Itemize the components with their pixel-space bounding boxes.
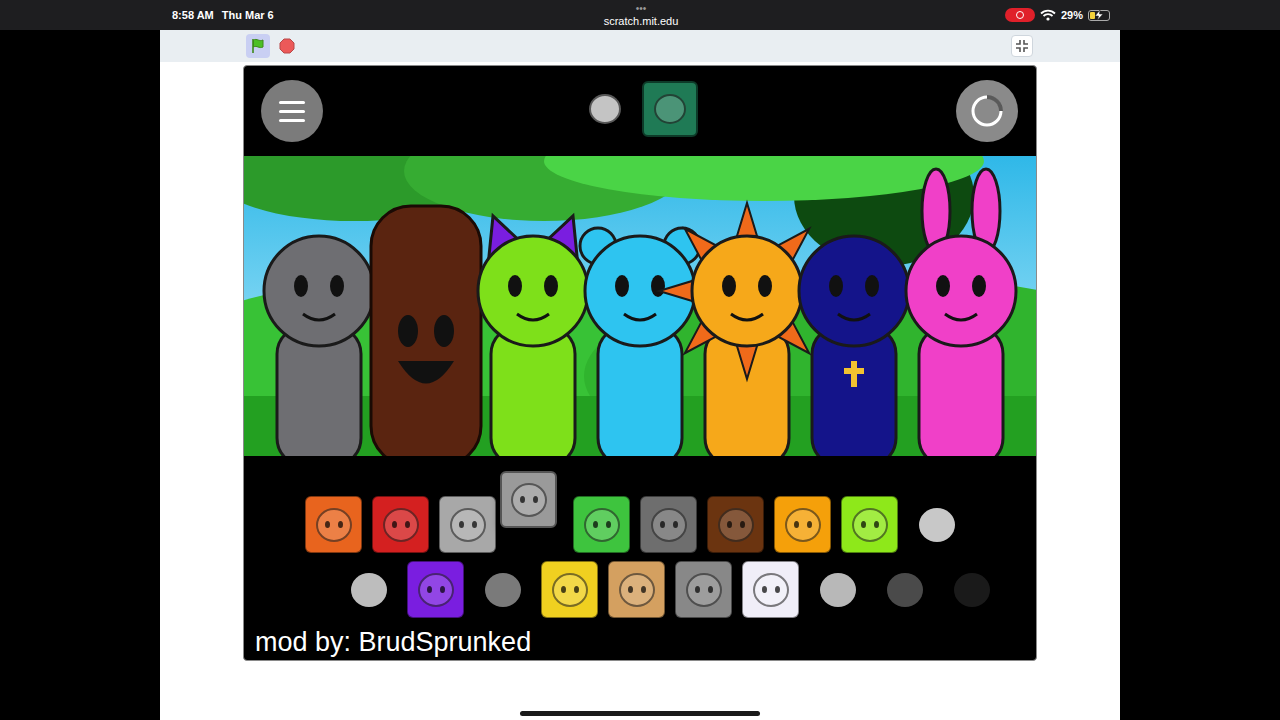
character-icon <box>619 573 655 607</box>
character-icon <box>511 483 547 517</box>
letterbox-right <box>1120 30 1280 720</box>
character-tile[interactable] <box>474 561 531 618</box>
reset-icon <box>967 91 1007 131</box>
selected-slots <box>582 80 698 137</box>
date: Thu Mar 6 <box>222 9 274 21</box>
recording-indicator[interactable] <box>1005 8 1035 22</box>
credit-text: mod by: BrudSprunked <box>244 618 1036 658</box>
character-icon <box>418 573 454 607</box>
character-tile[interactable] <box>774 496 831 553</box>
character-tile[interactable] <box>809 561 866 618</box>
player-toolbar <box>160 30 1120 62</box>
picker-row <box>244 561 1036 618</box>
scene-character <box>478 216 588 456</box>
scene-character <box>264 236 374 456</box>
character-tile[interactable] <box>675 561 732 618</box>
character-icon <box>351 573 387 607</box>
character-tile[interactable] <box>742 561 799 618</box>
character-tile[interactable] <box>841 496 898 553</box>
character-icon <box>820 573 856 607</box>
charging-icon <box>1095 10 1103 20</box>
scene-character <box>799 236 909 456</box>
character-icon <box>919 508 955 542</box>
battery-icon <box>1088 10 1110 21</box>
character-tile[interactable] <box>500 471 557 528</box>
reset-button[interactable] <box>956 80 1018 142</box>
time: 8:58 AM <box>172 9 214 21</box>
status-bar: 8:58 AM Thu Mar 6 ••• scratch.mit.edu 29% <box>0 0 1280 30</box>
scene-character <box>580 228 700 456</box>
fullscreen-button[interactable] <box>1011 35 1033 57</box>
stop-button[interactable] <box>276 35 298 57</box>
character-icon <box>316 508 352 542</box>
character-tile[interactable] <box>541 561 598 618</box>
selected-slot[interactable] <box>642 81 698 137</box>
character-icon <box>654 94 686 124</box>
battery-percent: 29% <box>1061 9 1083 21</box>
multitask-dots[interactable]: ••• <box>636 4 647 14</box>
browser-page: mod by: BrudSprunked <box>160 30 1120 720</box>
wifi-icon <box>1040 9 1056 21</box>
stage[interactable]: mod by: BrudSprunked <box>243 65 1037 661</box>
character-icon <box>887 573 923 607</box>
character-icon <box>718 508 754 542</box>
selected-slot[interactable] <box>582 81 628 137</box>
record-icon <box>1016 11 1024 19</box>
character-icon <box>686 573 722 607</box>
scene-character <box>659 203 835 456</box>
character-tile[interactable] <box>305 496 362 553</box>
scene-character <box>906 169 1016 456</box>
character-tile[interactable] <box>707 496 764 553</box>
character-icon <box>383 508 419 542</box>
character-tile[interactable] <box>943 561 1000 618</box>
character-icon <box>785 508 821 542</box>
home-indicator[interactable] <box>520 711 760 716</box>
stop-icon <box>279 38 295 54</box>
character-tile[interactable] <box>573 496 630 553</box>
menu-button[interactable] <box>261 80 323 142</box>
scene-character <box>371 206 481 456</box>
url[interactable]: scratch.mit.edu <box>604 16 679 27</box>
character-tile[interactable] <box>407 561 464 618</box>
picker-row <box>244 496 1036 553</box>
character-icon <box>753 573 789 607</box>
screen: 8:58 AM Thu Mar 6 ••• scratch.mit.edu 29% mod… <box>0 0 1280 720</box>
character-icon <box>450 508 486 542</box>
menu-icon <box>279 101 305 104</box>
green-flag-icon <box>249 37 267 55</box>
green-flag-button[interactable] <box>246 34 270 58</box>
character-icon <box>651 508 687 542</box>
character-tile[interactable] <box>908 496 965 553</box>
character-icon <box>852 508 888 542</box>
character-tile[interactable] <box>608 561 665 618</box>
character-icon <box>589 94 621 124</box>
character-tile[interactable] <box>876 561 933 618</box>
character-icon <box>485 573 521 607</box>
exit-fullscreen-icon <box>1015 39 1029 53</box>
character-tile[interactable] <box>439 496 496 553</box>
character-icon <box>584 508 620 542</box>
character-tile[interactable] <box>340 561 397 618</box>
letterbox-left <box>0 30 160 720</box>
scene <box>244 156 1037 456</box>
character-tile[interactable] <box>640 496 697 553</box>
character-icon <box>552 573 588 607</box>
character-tile[interactable] <box>372 496 429 553</box>
character-picker <box>244 496 1036 618</box>
character-icon <box>954 573 990 607</box>
